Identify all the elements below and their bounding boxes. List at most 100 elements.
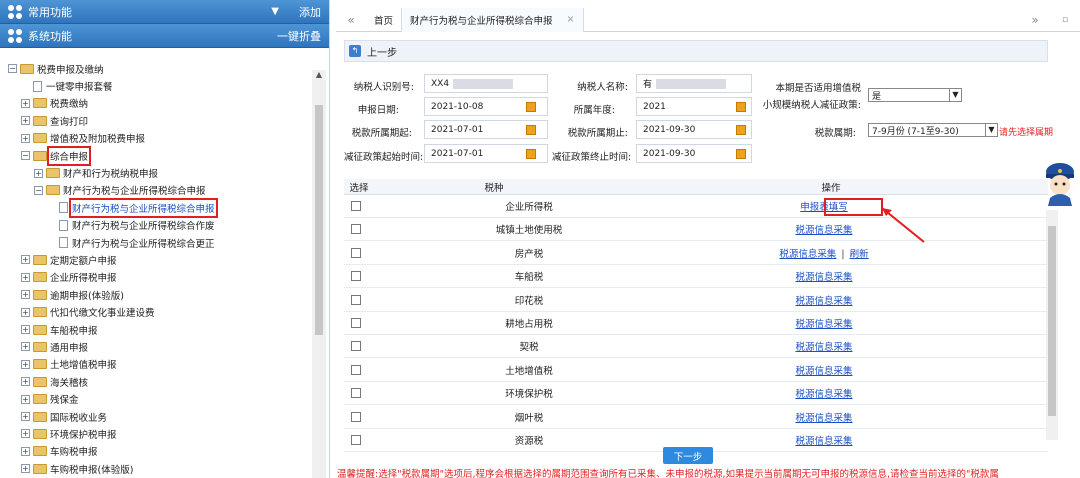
expand-icon[interactable]: + <box>21 464 30 474</box>
tree-item[interactable]: 财产行为税与企业所得税综合作废 <box>0 217 312 234</box>
calendar-icon[interactable] <box>736 125 746 135</box>
expand-icon[interactable]: + <box>21 133 30 143</box>
expand-icon[interactable]: + <box>21 342 30 352</box>
expand-icon[interactable]: + <box>21 394 30 404</box>
tab-home[interactable]: 首页 <box>366 7 403 32</box>
row-checkbox[interactable] <box>351 364 361 375</box>
tree-item[interactable]: + 土地增值税申报 <box>0 356 312 373</box>
expand-icon[interactable]: + <box>21 429 30 439</box>
expand-icon[interactable]: + <box>21 359 30 369</box>
tree-item[interactable]: + 车购税申报 <box>0 443 312 460</box>
row-checkbox[interactable] <box>351 318 361 328</box>
tree-item[interactable]: + 车船税申报 <box>0 321 312 338</box>
row-checkbox[interactable] <box>351 247 361 258</box>
chevron-down-icon: ▼ <box>985 124 997 136</box>
close-icon[interactable]: × <box>567 14 575 25</box>
row-checkbox[interactable] <box>351 201 361 211</box>
expand-icon[interactable]: + <box>21 325 30 335</box>
tree-item[interactable]: − 税费申报及缴纳 <box>0 60 312 77</box>
expand-icon[interactable]: + <box>21 116 30 126</box>
tree-item[interactable]: + 环境保护税申报 <box>0 425 312 442</box>
tree-item[interactable]: 财产行为税与企业所得税综合申报 <box>0 197 312 218</box>
refresh-link[interactable]: 刷新 <box>850 249 869 260</box>
tab-next-icon[interactable]: » <box>1020 13 1050 27</box>
tree-item[interactable]: + 查询打印 <box>0 112 312 129</box>
expand-icon[interactable]: + <box>21 272 30 282</box>
collect-source-link[interactable]: 税源信息采集 <box>795 413 852 424</box>
expand-icon[interactable]: + <box>21 290 30 300</box>
period-end-field[interactable]: 2021-09-30 <box>636 120 752 139</box>
window-restore-icon[interactable]: ▫ <box>1050 15 1080 25</box>
collect-source-link[interactable]: 税源信息采集 <box>795 319 852 330</box>
folder-icon <box>46 168 60 179</box>
tree-item[interactable]: + 通用申报 <box>0 338 312 355</box>
period-select[interactable]: 7-9月份 (7-1至9-30) ▼ <box>868 123 998 137</box>
collapse-icon[interactable]: − <box>21 151 30 161</box>
scroll-thumb[interactable] <box>315 105 323 335</box>
chevron-down-icon[interactable]: ▼ <box>271 6 279 17</box>
collect-source-link[interactable]: 税源信息采集 <box>795 342 852 353</box>
tree-item[interactable]: + 国际税收业务 <box>0 408 312 425</box>
tree-item-label: 财产行为税与企业所得税综合申报 <box>63 186 206 198</box>
calendar-icon[interactable] <box>736 149 746 159</box>
tree-item[interactable]: + 税费缴纳 <box>0 95 312 112</box>
calendar-icon[interactable] <box>736 102 746 112</box>
collect-source-link[interactable]: 税源信息采集 <box>779 249 836 260</box>
expand-icon[interactable]: + <box>21 412 30 421</box>
tab-combined-declaration[interactable]: 财产行为税与企业所得税综合申报 × <box>402 7 584 32</box>
calendar-icon[interactable] <box>526 149 536 159</box>
reduce-end-field[interactable]: 2021-09-30 <box>636 144 752 163</box>
scroll-up-icon[interactable]: ▲ <box>312 70 326 82</box>
row-checkbox[interactable] <box>351 411 361 422</box>
collect-source-link[interactable]: 税源信息采集 <box>795 436 852 447</box>
tree-item[interactable]: − 综合申报 <box>0 145 312 166</box>
tree-item[interactable]: + 车购税申报(体验版) <box>0 460 312 477</box>
tree-item-label: 残保金 <box>50 395 79 407</box>
expand-icon[interactable]: + <box>21 446 30 456</box>
scroll-thumb[interactable] <box>1048 226 1056 416</box>
tree-item[interactable]: + 企业所得税申报 <box>0 269 312 286</box>
row-checkbox[interactable] <box>351 388 361 399</box>
next-button[interactable]: 下一步 <box>663 447 713 464</box>
collapse-icon[interactable]: − <box>8 64 17 74</box>
expand-icon[interactable]: + <box>21 377 30 387</box>
row-checkbox[interactable] <box>351 224 361 235</box>
tree-item[interactable]: + 逾期申报(体验版) <box>0 286 312 303</box>
tab-prev-icon[interactable]: « <box>336 13 366 27</box>
collect-source-link[interactable]: 税源信息采集 <box>795 272 852 283</box>
tree-item[interactable]: + 代扣代缴文化事业建设费 <box>0 303 312 320</box>
collect-source-link[interactable]: 税源信息采集 <box>795 366 852 377</box>
vat-policy-select[interactable]: 是 ▼ <box>868 88 962 102</box>
row-checkbox[interactable] <box>351 271 361 282</box>
content-scrollbar[interactable] <box>1046 210 1058 440</box>
row-checkbox[interactable] <box>351 435 361 445</box>
tree-item[interactable]: + 海关稽核 <box>0 373 312 390</box>
sidebar-scrollbar[interactable]: ▲ <box>312 70 326 478</box>
tree-item[interactable]: + 财产和行为税纳税申报 <box>0 164 312 181</box>
common-functions-bar[interactable]: 常用功能 ▼ 添加 <box>0 0 329 24</box>
collapse-all-button[interactable]: 一键折叠 <box>277 28 321 44</box>
tree-item[interactable]: − 财产行为税与企业所得税综合申报 <box>0 182 312 199</box>
back-arrow-icon[interactable]: ↰ <box>349 45 361 57</box>
tree-item[interactable]: + 增值税及附加税费申报 <box>0 130 312 147</box>
add-button[interactable]: 添加 <box>299 4 321 20</box>
calendar-icon[interactable] <box>526 102 536 112</box>
expand-icon[interactable]: + <box>21 255 30 265</box>
row-checkbox[interactable] <box>351 341 361 352</box>
collect-source-link[interactable]: 税源信息采集 <box>795 389 852 400</box>
year-field[interactable]: 2021 <box>636 97 752 116</box>
tree-item[interactable]: 财产行为税与企业所得税综合更正 <box>0 234 312 251</box>
calendar-icon[interactable] <box>526 125 536 135</box>
collect-source-link[interactable]: 税源信息采集 <box>795 296 852 307</box>
back-button[interactable]: 上一步 <box>367 44 397 59</box>
tree-item[interactable]: + 定期定额户申报 <box>0 251 312 268</box>
assistant-mascot-icon[interactable] <box>1040 160 1080 206</box>
expand-icon[interactable]: + <box>21 307 30 317</box>
collapse-icon[interactable]: − <box>34 185 43 195</box>
system-functions-bar[interactable]: 系统功能 一键折叠 <box>0 24 329 48</box>
tree-item[interactable]: + 残保金 <box>0 390 312 407</box>
expand-icon[interactable]: + <box>34 168 43 178</box>
expand-icon[interactable]: + <box>21 98 30 108</box>
tree-item[interactable]: 一键零申报套餐 <box>0 77 312 94</box>
row-checkbox[interactable] <box>351 294 361 305</box>
